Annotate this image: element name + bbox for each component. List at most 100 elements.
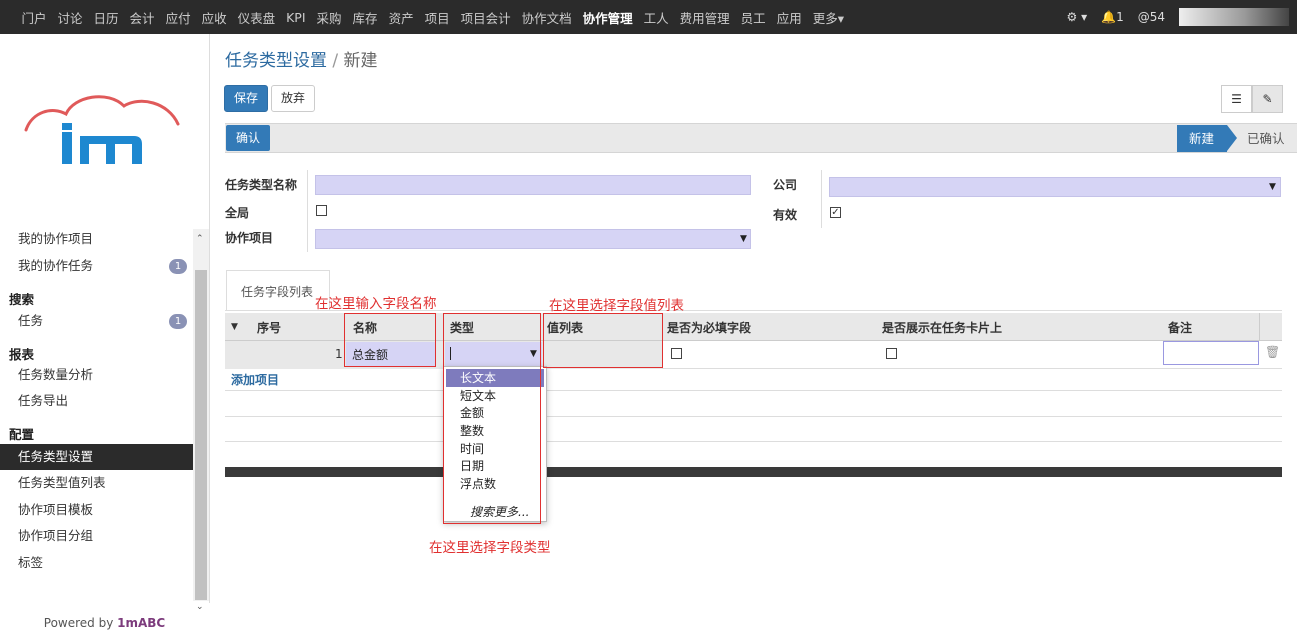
top-navbar: 门户 讨论 日历 会计 应付 应收 仪表盘 KPI 采购 库存 资产 项目 项目…: [0, 0, 1297, 34]
project-select[interactable]: [315, 229, 751, 249]
caret-down-icon[interactable]: ▼: [1269, 182, 1276, 192]
sidebar-section-config: 配置: [9, 427, 35, 442]
col-name[interactable]: 名称: [353, 319, 377, 336]
sidebar-item-project-groups[interactable]: 协作项目分组: [0, 523, 193, 549]
form-view-icon[interactable]: ✎: [1252, 85, 1283, 113]
active-checkbox[interactable]: ✓: [830, 207, 841, 218]
breadcrumb-separator: /: [332, 51, 339, 71]
stage-new[interactable]: 新建: [1177, 125, 1227, 152]
confirm-button[interactable]: 确认: [226, 125, 271, 151]
project-label: 协作项目: [225, 231, 274, 245]
col-valuelist[interactable]: 值列表: [547, 319, 583, 336]
add-item-link[interactable]: 添加项目: [231, 371, 279, 388]
col-seq[interactable]: 序号: [257, 319, 281, 336]
sidebar-item-my-projects[interactable]: 我的协作项目: [0, 226, 193, 252]
powered-by: Powered by 1mABC: [43, 616, 166, 630]
global-label: 全局: [225, 206, 250, 220]
menu-item-inventory[interactable]: 库存: [353, 8, 378, 27]
sidebar-item-my-tasks[interactable]: 我的协作任务 1: [0, 253, 193, 279]
breadcrumb: 任务类型设置 / 新建: [225, 46, 378, 71]
option-short-text[interactable]: 短文本: [446, 387, 544, 405]
menu-item-collab-docs[interactable]: 协作文档: [522, 8, 572, 27]
bell-icon[interactable]: 🔔1: [1101, 10, 1124, 24]
caret-down-icon[interactable]: ▼: [530, 349, 537, 359]
menu-item-assets[interactable]: 资产: [389, 8, 414, 27]
col-show-card[interactable]: 是否展示在任务卡片上: [882, 319, 1002, 336]
col-type[interactable]: 类型: [450, 319, 474, 336]
annotation-type-hint: 在这里选择字段类型: [429, 540, 551, 556]
menu-item-discuss[interactable]: 讨论: [58, 8, 83, 27]
chevron-down-icon[interactable]: ⌄: [196, 602, 204, 612]
company-select[interactable]: [829, 177, 1281, 197]
col-note[interactable]: 备注: [1168, 319, 1192, 336]
discard-button[interactable]: 放弃: [271, 85, 316, 112]
col-required[interactable]: 是否为必填字段: [667, 319, 751, 336]
menu-item-expenses[interactable]: 费用管理: [680, 8, 730, 27]
menu-item-receivable[interactable]: 应收: [202, 8, 227, 27]
gear-icon[interactable]: ⚙ ▾: [1067, 10, 1088, 24]
option-long-text[interactable]: 长文本: [446, 369, 544, 387]
save-button[interactable]: 保存: [224, 85, 269, 112]
global-checkbox[interactable]: [316, 205, 327, 216]
menu-item-workers[interactable]: 工人: [644, 8, 669, 27]
field-name-value: 总金额: [352, 348, 389, 362]
company-label: 公司: [773, 178, 798, 192]
annotation-valuelist-hint: 在这里选择字段值列表: [549, 298, 684, 314]
top-right-tools: ⚙ ▾ 🔔1 @54: [1067, 0, 1297, 34]
row-divider: [225, 441, 1282, 442]
at-icon[interactable]: @54: [1138, 10, 1165, 24]
row-shade: [225, 341, 662, 369]
sidebar-item-tags[interactable]: 标签: [0, 550, 193, 576]
menu-item-employees[interactable]: 员工: [741, 8, 766, 27]
menu-item-project[interactable]: 项目: [425, 8, 450, 27]
trash-icon[interactable]: 🗑: [1265, 345, 1280, 359]
sidebar-item-task-analysis[interactable]: 任务数量分析: [0, 362, 193, 388]
sidebar-item-task-export[interactable]: 任务导出: [0, 388, 193, 414]
note-input[interactable]: [1163, 341, 1259, 365]
stage-confirmed[interactable]: 已确认: [1247, 125, 1285, 152]
list-view-icon[interactable]: ☰: [1221, 85, 1252, 113]
field-type-select[interactable]: [445, 342, 542, 367]
menu-item-apps[interactable]: 应用: [777, 8, 802, 27]
menu-item-project-accounting[interactable]: 项目会计: [461, 8, 511, 27]
brand-link[interactable]: 1mABC: [117, 616, 165, 630]
option-float[interactable]: 浮点数: [446, 475, 544, 493]
required-checkbox[interactable]: [671, 348, 682, 359]
option-integer[interactable]: 整数: [446, 422, 544, 440]
menu-item-portal[interactable]: 门户: [22, 8, 47, 27]
user-avatar[interactable]: [1179, 8, 1289, 26]
sidebar-item-project-templates[interactable]: 协作项目模板: [0, 497, 193, 523]
sidebar: ⌃ ⌄ 我的协作项目 我的协作任务 1 搜索 任务 1 报表 任务数量分析 任务导出…: [0, 34, 210, 630]
breadcrumb-current: 新建: [343, 51, 378, 71]
menu-item-kpi[interactable]: KPI: [286, 10, 305, 25]
menu-item-dashboard[interactable]: 仪表盘: [238, 8, 276, 27]
sidebar-item-tasks[interactable]: 任务 1: [0, 308, 193, 334]
menu-item-more[interactable]: 更多▾: [813, 8, 844, 27]
annotation-name-hint: 在这里输入字段名称: [315, 296, 437, 312]
text-cursor: [450, 347, 451, 360]
sidebar-section-search: 搜索: [9, 292, 35, 307]
breadcrumb-parent[interactable]: 任务类型设置: [225, 51, 327, 71]
menu-item-payable[interactable]: 应付: [166, 8, 191, 27]
menu-item-purchase[interactable]: 采购: [317, 8, 342, 27]
divider: [307, 170, 308, 252]
sidebar-scrollbar-thumb[interactable]: [195, 270, 207, 600]
sidebar-item-task-type-settings[interactable]: 任务类型设置: [0, 444, 193, 470]
active-label: 有效: [773, 208, 798, 222]
sidebar-item-task-type-valuelist[interactable]: 任务类型值列表: [0, 470, 193, 496]
row-seq: 1: [335, 347, 343, 361]
sort-caret-icon[interactable]: ▼: [231, 322, 238, 332]
option-amount[interactable]: 金额: [446, 404, 544, 422]
menu-item-collab-manage[interactable]: 协作管理: [583, 8, 633, 27]
show-card-checkbox[interactable]: [886, 348, 897, 359]
option-time[interactable]: 时间: [446, 440, 544, 458]
option-date[interactable]: 日期: [446, 457, 544, 475]
chevron-up-icon[interactable]: ⌃: [196, 234, 204, 244]
table-header: [225, 313, 1282, 341]
search-more-link[interactable]: 搜索更多...: [470, 503, 529, 520]
task-type-name-label: 任务类型名称: [225, 178, 298, 192]
menu-item-accounting[interactable]: 会计: [130, 8, 155, 27]
caret-down-icon[interactable]: ▼: [740, 234, 747, 244]
task-type-name-input[interactable]: [315, 175, 751, 195]
menu-item-calendar[interactable]: 日历: [94, 8, 119, 27]
